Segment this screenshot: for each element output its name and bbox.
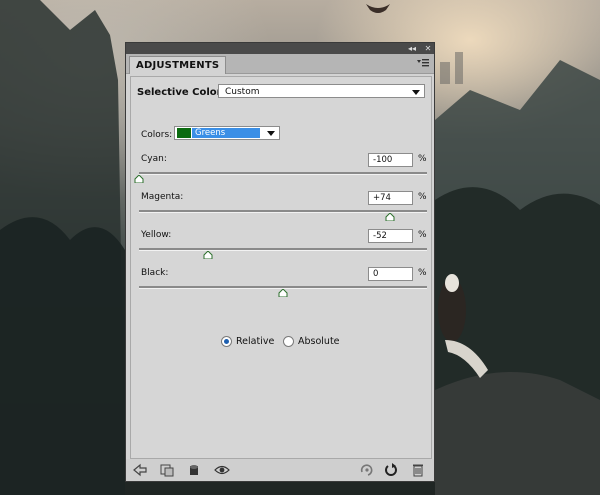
colors-label: Colors: <box>141 130 173 140</box>
color-swatch <box>177 128 191 138</box>
cyan-slider-thumb[interactable] <box>134 175 144 183</box>
black-value-field[interactable]: 0 <box>368 267 413 281</box>
yellow-percent: % <box>418 230 427 240</box>
rocky-ledge <box>435 372 600 495</box>
clip-to-layer-icon[interactable] <box>159 463 175 477</box>
eye-icon[interactable] <box>214 463 230 477</box>
panel-titlebar: ◂◂ ✕ <box>126 43 434 54</box>
black-slider-thumb[interactable] <box>278 289 288 297</box>
colors-selected-value: Greens <box>192 128 260 138</box>
panel-menu-icon[interactable] <box>417 58 429 68</box>
chevron-down-icon <box>412 90 420 95</box>
castle-silhouette <box>440 52 463 84</box>
panel-heading: Selective Color <box>137 87 222 98</box>
cyan-label: Cyan: <box>141 154 167 164</box>
absolute-radio[interactable] <box>283 336 294 347</box>
black-percent: % <box>418 268 427 278</box>
panel-bottom-toolbar <box>126 459 434 481</box>
collapse-icon[interactable]: ◂◂ <box>406 43 418 54</box>
left-cliff-trees <box>0 217 125 495</box>
previous-state-icon[interactable] <box>358 463 374 477</box>
cyan-slider-track[interactable] <box>139 172 427 175</box>
reset-icon[interactable] <box>383 463 399 477</box>
yellow-value-field[interactable]: -52 <box>368 229 413 243</box>
tab-adjustments[interactable]: ADJUSTMENTS <box>129 56 227 74</box>
flying-bird <box>366 4 390 13</box>
panel-tab-row: ADJUSTMENTS <box>126 54 434 74</box>
yellow-label: Yellow: <box>141 230 172 240</box>
cyan-percent: % <box>418 154 427 164</box>
relative-radio[interactable] <box>221 336 232 347</box>
magenta-value-field[interactable]: +74 <box>368 191 413 205</box>
magenta-percent: % <box>418 192 427 202</box>
preset-value: Custom <box>225 87 260 97</box>
yellow-slider-track[interactable] <box>139 248 427 251</box>
magenta-slider-thumb[interactable] <box>385 213 395 221</box>
close-icon[interactable]: ✕ <box>422 43 434 54</box>
selective-color-body: Selective Color Custom Colors: Greens Cy… <box>130 76 432 459</box>
trash-icon[interactable] <box>410 463 426 477</box>
colors-dropdown[interactable]: Greens <box>174 126 280 140</box>
chevron-down-icon <box>267 131 275 136</box>
cyan-value-field[interactable]: -100 <box>368 153 413 167</box>
black-label: Black: <box>141 268 169 278</box>
back-icon[interactable] <box>132 463 148 477</box>
relative-label: Relative <box>236 336 275 347</box>
magenta-label: Magenta: <box>141 192 184 202</box>
yellow-slider-thumb[interactable] <box>203 251 213 259</box>
adjustments-panel: ◂◂ ✕ ADJUSTMENTS Selective Color Custom … <box>125 42 435 482</box>
absolute-label: Absolute <box>298 336 340 347</box>
preset-dropdown[interactable]: Custom <box>218 84 425 98</box>
visibility-mask-icon[interactable] <box>186 463 202 477</box>
